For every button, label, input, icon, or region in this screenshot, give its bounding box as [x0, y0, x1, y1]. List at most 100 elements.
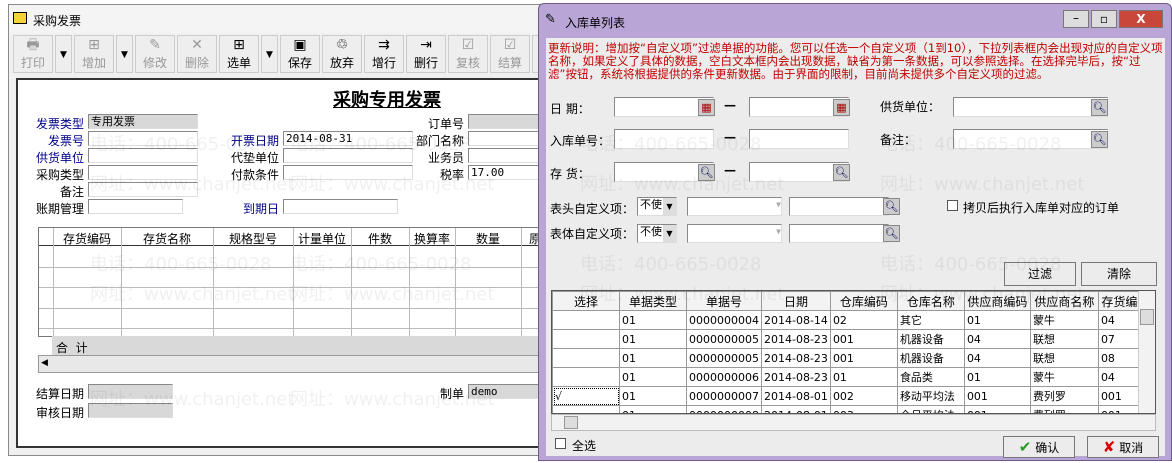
select-all-checkbox[interactable] [555, 438, 566, 449]
column-header[interactable]: 存货名称 [121, 230, 213, 247]
calendar-icon[interactable]: ▦ [698, 99, 715, 116]
table-row[interactable]: 01 0000000005 2014-08-23 001 机器设备 04 联想 08 [552, 348, 1153, 368]
horizontal-scrollbar[interactable]: ◀ [38, 355, 551, 373]
date-label: 日 期： [550, 102, 590, 116]
column-header[interactable]: 日期 [761, 291, 831, 311]
table-row[interactable] [39, 287, 552, 288]
invoice-date-field[interactable]: 2014-08-31 [283, 131, 413, 146]
column-header[interactable]: 数量 [455, 230, 521, 247]
search-icon[interactable]: 🔍︎ [698, 164, 715, 181]
supplier-field[interactable] [88, 148, 198, 163]
select-cell[interactable] [552, 367, 620, 387]
column-header[interactable]: 供应商名称 [1029, 291, 1099, 311]
settle-date-field[interactable] [88, 384, 173, 399]
toolbar-select-doc-button[interactable]: ⊞ 选单 [219, 35, 259, 73]
advance-unit-field[interactable] [283, 148, 413, 163]
clear-button[interactable]: 清除 [1081, 262, 1157, 286]
minimize-button[interactable]: – [1063, 10, 1089, 28]
remark-field[interactable] [88, 182, 198, 197]
table-row[interactable] [39, 328, 552, 329]
toolbar-edit-button[interactable]: ✎ 修改 [135, 35, 175, 73]
period-field[interactable] [88, 199, 183, 214]
receipt-no-from-input[interactable] [614, 129, 714, 149]
vertical-scrollbar[interactable] [1138, 291, 1155, 413]
order-no-field[interactable] [468, 114, 548, 129]
column-header[interactable]: 单据类型 [619, 291, 687, 311]
table-row[interactable]: √ 01 0000000007 2014-08-01 002 移动平均法 001 费列罗 001 [552, 386, 1153, 406]
department-field[interactable] [468, 131, 548, 146]
search-icon[interactable]: 🔍︎ [1091, 99, 1108, 116]
column-header[interactable]: 规格型号 [213, 230, 293, 247]
table-row[interactable]: 0100000000082014-08-01003全月平均法001费列罗001 [552, 405, 1153, 413]
select-cell[interactable] [552, 405, 620, 413]
select-cell[interactable] [552, 329, 620, 349]
table-row[interactable]: 01 0000000006 2014-08-23 01 食品类 01 蒙牛 04 [552, 367, 1153, 387]
select-cell[interactable] [552, 310, 620, 330]
table-row[interactable] [39, 307, 552, 309]
purchase-type-field[interactable] [88, 165, 198, 180]
filter-button[interactable]: 过滤 [1004, 262, 1076, 286]
chevron-down-icon[interactable]: ▼ [663, 198, 676, 215]
select-cell[interactable]: √ [552, 386, 620, 406]
header-custom-value-input[interactable] [789, 197, 889, 216]
column-header[interactable]: 选择 [552, 291, 620, 311]
maximize-button[interactable]: ▫ [1091, 10, 1117, 28]
column-header[interactable]: 供应商编码 [963, 291, 1031, 311]
tax-rate-field[interactable]: 17.00 [468, 165, 548, 180]
audit-date-field[interactable] [88, 403, 173, 418]
search-icon[interactable]: 🔍︎ [1091, 131, 1108, 148]
column-header[interactable]: 换算率 [409, 230, 455, 247]
due-date-field[interactable] [283, 199, 398, 214]
search-icon[interactable]: 🔍︎ [883, 198, 900, 215]
column-header[interactable]: 单据号 [686, 291, 762, 311]
toolbar-delete-row-button[interactable]: ⇥ 删行 [406, 35, 446, 73]
toolbar-review-button[interactable]: ☑ 复核 [448, 35, 488, 73]
header-custom-name-select[interactable]: ▼ [687, 197, 782, 216]
search-icon[interactable]: 🔍︎ [833, 164, 850, 181]
calendar-icon[interactable]: ▦ [833, 99, 850, 116]
chevron-down-icon[interactable]: ▼ [663, 225, 676, 242]
title-bar: 采购发票 [9, 5, 549, 33]
payment-terms-field[interactable] [283, 165, 413, 180]
close-button[interactable]: X [1119, 10, 1163, 28]
salesperson-field[interactable] [468, 148, 548, 163]
body-custom-value-input[interactable] [789, 224, 889, 243]
toolbar-add-row-button[interactable]: ⇉ 增行 [364, 35, 404, 73]
column-header[interactable]: 仓库编码 [829, 291, 898, 311]
column-header[interactable]: 仓库名称 [896, 291, 965, 311]
horizontal-scrollbar[interactable] [551, 414, 1156, 431]
table-row[interactable]: 01 0000000004 2014-08-14 02 其它 01 蒙牛 04 [552, 310, 1153, 330]
body-custom-name-select[interactable]: ▼ [687, 224, 782, 243]
column-header[interactable]: 件数 [351, 230, 409, 247]
header-custom-select[interactable]: 不使 ▼ [637, 197, 677, 216]
toolbar-add-doc-button[interactable]: ⊞ 增加 [74, 35, 114, 73]
toolbar-delete-button[interactable]: ✕ 删除 [177, 35, 217, 73]
toolbar-save-button[interactable]: ▣ 保存 [280, 35, 320, 73]
dropdown-arrow-button[interactable]: ▼ [55, 35, 72, 73]
column-header[interactable]: 存货编码 [53, 230, 121, 247]
select-cell[interactable] [552, 348, 620, 368]
column-header[interactable]: 计量单位 [293, 230, 351, 247]
search-icon[interactable]: 🔍︎ [883, 225, 900, 242]
grid-cell: 0000000005 [686, 348, 762, 368]
toolbar-settle-button[interactable]: ☑ 结算 [490, 35, 530, 73]
receipt-grid: 选择 单据类型 单据号 日期 仓库编码 仓库名称 供应商编码 供应商名称 存货编码 01 00000… [551, 290, 1156, 414]
invoice-type-field[interactable]: 专用发票 [88, 114, 198, 129]
toolbar-printer-button[interactable]: 🖶 打印 [13, 35, 53, 73]
cancel-button[interactable]: ✘ 取消 [1087, 436, 1159, 458]
invoice-no-field[interactable] [88, 131, 198, 146]
receipt-no-to-input[interactable] [749, 129, 849, 149]
remark-input[interactable] [953, 129, 1108, 149]
dropdown-arrow-button[interactable]: ▼ [116, 35, 133, 73]
supplier-input[interactable] [953, 97, 1108, 117]
table-row[interactable]: 01 0000000005 2014-08-23 001 机器设备 04 联想 07 [552, 329, 1153, 349]
table-row[interactable] [39, 266, 552, 268]
body-custom-select[interactable]: 不使 ▼ [637, 224, 677, 243]
copy-order-checkbox[interactable] [947, 200, 958, 211]
toolbar-discard-button[interactable]: ♲ 放弃 [322, 35, 362, 73]
dropdown-arrow-button[interactable]: ▼ [261, 35, 278, 73]
ok-button[interactable]: ✔ 确认 [1003, 436, 1075, 458]
settle-icon: ☑ [503, 37, 517, 53]
maker-field[interactable]: demo [468, 384, 548, 399]
grid-cell: 02 [829, 310, 898, 330]
